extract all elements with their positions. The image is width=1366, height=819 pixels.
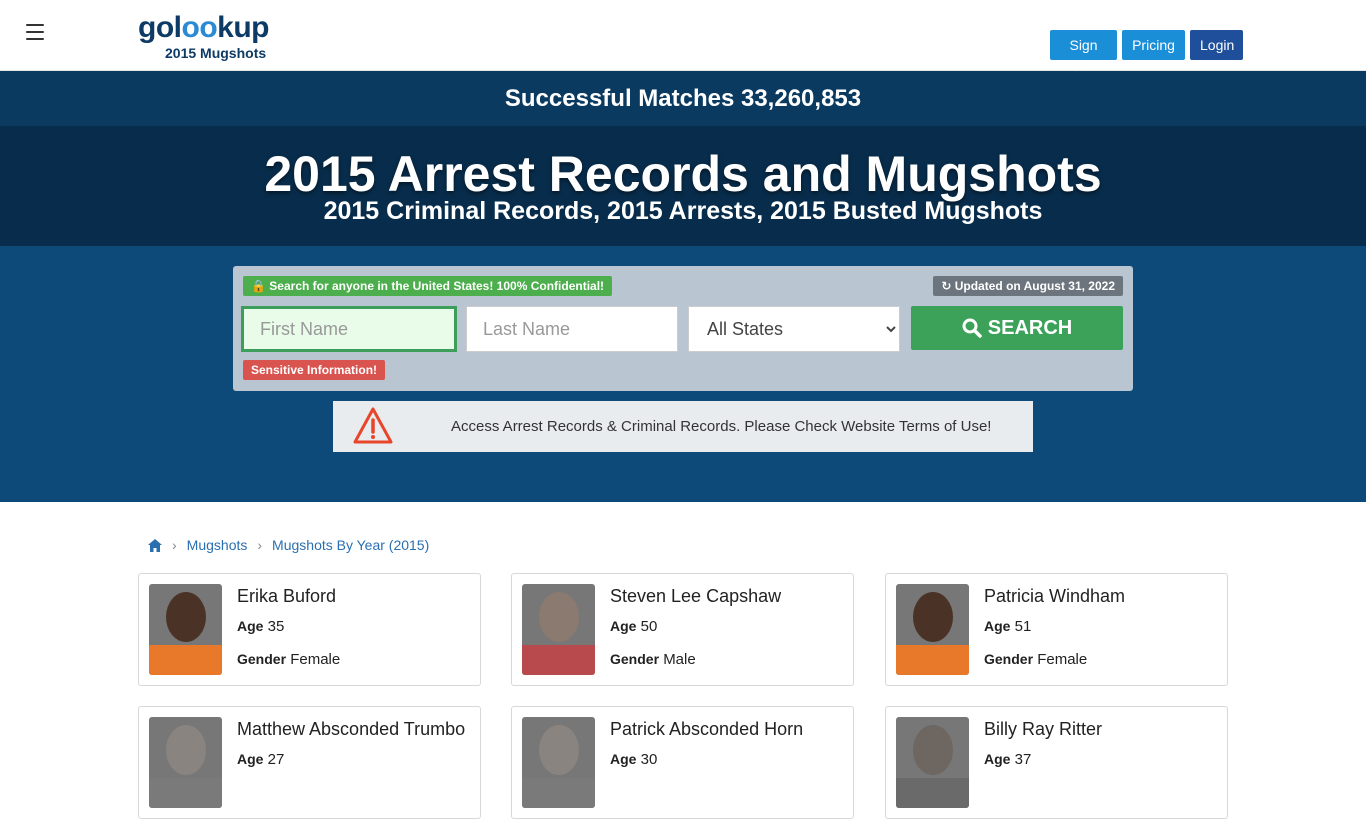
matches-banner: Successful Matches 33,260,853 bbox=[0, 71, 1366, 126]
chevron-right-icon: › bbox=[257, 537, 263, 553]
warning-icon bbox=[353, 407, 393, 444]
person-name[interactable]: Patricia Windham bbox=[984, 586, 1125, 607]
person-age: Age 35 bbox=[237, 618, 285, 635]
sign-up-button[interactable]: Sign Up bbox=[1050, 30, 1117, 83]
search-form: 🔒 Search for anyone in the United States… bbox=[233, 266, 1133, 391]
refresh-icon: ↻ bbox=[941, 279, 952, 293]
last-name-input[interactable] bbox=[466, 306, 678, 352]
mugshot-photo[interactable] bbox=[149, 584, 222, 675]
hamburger-menu-icon[interactable] bbox=[26, 24, 44, 42]
mugshot-photo[interactable] bbox=[522, 584, 595, 675]
search-button-label: SEARCH bbox=[987, 316, 1073, 339]
page-title: 2015 Arrest Records and Mugshots bbox=[264, 146, 1102, 202]
login-button[interactable]: Login bbox=[1190, 30, 1243, 60]
person-age: Age 30 bbox=[610, 751, 658, 768]
pricing-button[interactable]: Pricing bbox=[1122, 30, 1185, 60]
person-name[interactable]: Steven Lee Capshaw bbox=[610, 586, 781, 607]
hero-section: Successful Matches 33,260,853 2015 Arres… bbox=[0, 71, 1366, 502]
notice-text: Access Arrest Records & Criminal Records… bbox=[451, 418, 992, 435]
person-gender: Gender Male bbox=[610, 651, 696, 668]
terms-notice: Access Arrest Records & Criminal Records… bbox=[333, 401, 1033, 452]
mugshot-photo[interactable] bbox=[896, 717, 969, 808]
home-icon[interactable] bbox=[148, 538, 162, 552]
person-card[interactable]: Erika Buford Age 35 Gender Female bbox=[138, 573, 481, 686]
person-age: Age 51 bbox=[984, 618, 1032, 635]
person-age: Age 27 bbox=[237, 751, 285, 768]
person-age: Age 50 bbox=[610, 618, 658, 635]
person-name[interactable]: Matthew Absconded Trumbo bbox=[237, 719, 465, 740]
matches-count: Successful Matches 33,260,853 bbox=[504, 85, 862, 112]
page-subtitle: 2015 Criminal Records, 2015 Arrests, 201… bbox=[323, 197, 1043, 225]
person-card[interactable]: Patricia Windham Age 51 Gender Female bbox=[885, 573, 1228, 686]
logo-subtitle: 2015 Mugshots bbox=[165, 45, 267, 61]
state-select[interactable]: All States bbox=[688, 306, 900, 352]
chevron-right-icon: › bbox=[172, 537, 177, 553]
search-button[interactable]: SEARCH bbox=[911, 306, 1123, 350]
person-age: Age 37 bbox=[984, 751, 1032, 768]
search-icon bbox=[962, 318, 982, 338]
person-card[interactable]: Patrick Absconded Horn Age 30 bbox=[511, 706, 854, 819]
breadcrumb-mugshots-by-year[interactable]: Mugshots By Year (2015) bbox=[272, 537, 429, 553]
person-name[interactable]: Patrick Absconded Horn bbox=[610, 719, 803, 740]
person-name[interactable]: Billy Ray Ritter bbox=[984, 719, 1102, 740]
site-header: golookup 2015 Mugshots Sign Up Pricing L… bbox=[0, 0, 1366, 83]
confidential-badge: 🔒 Search for anyone in the United States… bbox=[243, 276, 613, 296]
logo-wordmark: golookup bbox=[138, 11, 269, 44]
person-card[interactable]: Steven Lee Capshaw Age 50 Gender Male bbox=[511, 573, 854, 686]
breadcrumb: › Mugshots › Mugshots By Year (2015) bbox=[148, 536, 429, 554]
site-logo[interactable]: golookup 2015 Mugshots bbox=[138, 12, 278, 62]
mugshot-photo[interactable] bbox=[896, 584, 969, 675]
updated-badge: ↻ Updated on August 31, 2022 bbox=[933, 276, 1123, 296]
mugshot-photo[interactable] bbox=[149, 717, 222, 808]
person-gender: Gender Female bbox=[984, 651, 1088, 668]
first-name-input[interactable] bbox=[241, 306, 457, 352]
person-gender: Gender Female bbox=[237, 651, 341, 668]
sensitive-badge: Sensitive Information! bbox=[243, 360, 386, 380]
person-name[interactable]: Erika Buford bbox=[237, 586, 336, 607]
breadcrumb-mugshots[interactable]: Mugshots bbox=[187, 537, 248, 553]
person-card[interactable]: Matthew Absconded Trumbo Age 27 bbox=[138, 706, 481, 819]
lock-icon: 🔒 bbox=[251, 279, 266, 293]
mugshot-photo[interactable] bbox=[522, 717, 595, 808]
title-banner: 2015 Arrest Records and Mugshots 2015 Cr… bbox=[0, 126, 1366, 246]
person-card[interactable]: Billy Ray Ritter Age 37 bbox=[885, 706, 1228, 819]
